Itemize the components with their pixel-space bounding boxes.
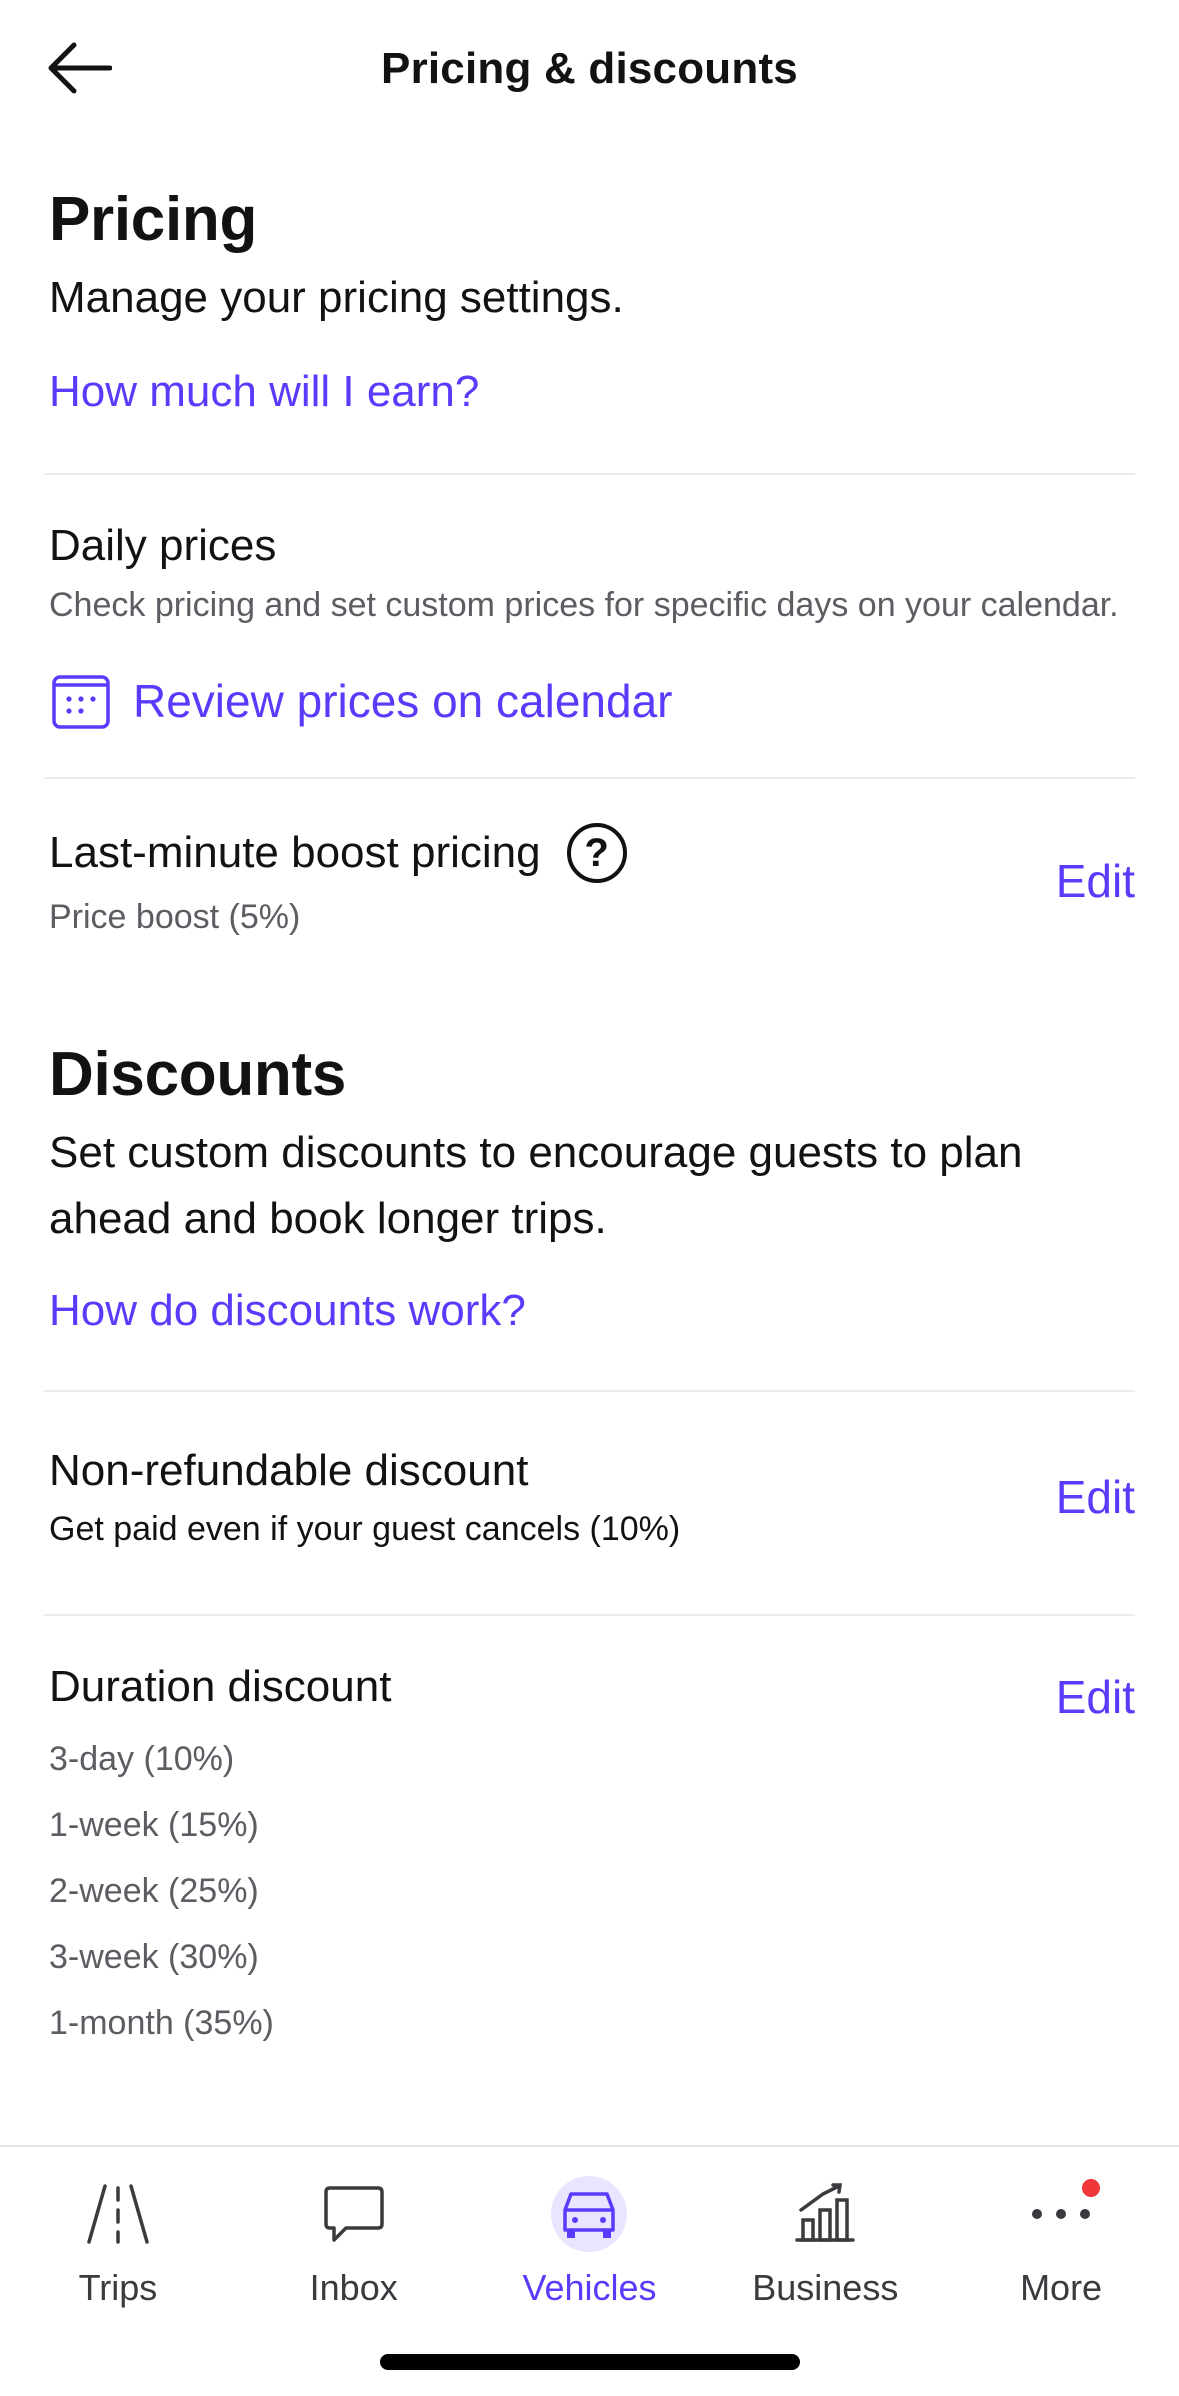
tab-business[interactable]: Business	[707, 2147, 943, 2317]
screen: Pricing & discounts Pricing Manage your …	[0, 0, 1179, 2396]
chart-icon	[780, 2169, 870, 2259]
non-refundable-row: Non-refundable discount Get paid even if…	[0, 1392, 1179, 1614]
duration-item: 3-day (10%)	[49, 1739, 235, 1778]
duration-item: 3-week (30%)	[49, 1937, 259, 1976]
duration-discount-row: Duration discount Edit 3-day (10%) 1-wee…	[0, 1616, 1179, 2056]
help-circle-icon[interactable]: ?	[566, 823, 627, 883]
duration-list: 3-day (10%) 1-week (15%) 2-week (25%) 3-…	[49, 1726, 1130, 2056]
boost-title: Last-minute boost pricing	[49, 828, 541, 877]
tab-vehicles[interactable]: Vehicles	[472, 2147, 708, 2317]
tab-more[interactable]: More	[943, 2147, 1179, 2317]
tab-label: Inbox	[309, 2267, 398, 2308]
pricing-subtitle: Manage your pricing settings.	[49, 273, 624, 322]
review-calendar-link[interactable]: Review prices on calendar	[49, 669, 1130, 733]
tab-label: More	[1020, 2267, 1103, 2308]
chat-icon	[309, 2169, 399, 2259]
pricing-heading: Pricing	[49, 185, 258, 254]
daily-prices-description: Check pricing and set custom prices for …	[49, 586, 1119, 624]
how-much-earn-link[interactable]: How much will I earn?	[49, 367, 1130, 433]
duration-edit-button[interactable]: Edit	[1056, 1670, 1135, 1724]
boost-edit-button[interactable]: Edit	[1056, 854, 1135, 908]
pricing-section: Pricing Manage your pricing settings. Ho…	[0, 140, 1179, 433]
back-button[interactable]	[34, 28, 124, 108]
duration-item: 2-week (25%)	[49, 1871, 259, 1910]
non-refundable-value: Get paid even if your guest cancels (10%…	[49, 1510, 681, 1548]
tab-label: Business	[752, 2267, 899, 2308]
tab-label: Trips	[78, 2267, 158, 2308]
daily-prices-row: Daily prices Check pricing and set custo…	[0, 475, 1179, 733]
how-discounts-work-link[interactable]: How do discounts work?	[49, 1286, 1130, 1352]
boost-value: Price boost (5%)	[49, 898, 301, 936]
tab-trips[interactable]: Trips	[0, 2147, 236, 2317]
discounts-heading: Discounts	[49, 1040, 347, 1109]
discounts-subtitle: Set custom discounts to encourage guests…	[49, 1128, 1023, 1243]
non-refundable-edit-button[interactable]: Edit	[1056, 1470, 1135, 1524]
car-icon	[544, 2169, 634, 2259]
non-refundable-title: Non-refundable discount	[49, 1446, 529, 1495]
boost-title-wrap: Last-minute boost pricing ?	[49, 823, 1130, 883]
boost-pricing-row: Last-minute boost pricing ? Price boost …	[0, 779, 1179, 979]
daily-prices-title: Daily prices	[49, 521, 277, 570]
main-content[interactable]: Pricing Manage your pricing settings. Ho…	[0, 140, 1179, 2145]
more-dots-icon	[1016, 2169, 1106, 2259]
arrow-left-icon	[48, 42, 112, 94]
discounts-section: Discounts Set custom discounts to encour…	[0, 979, 1179, 1352]
review-calendar-label: Review prices on calendar	[133, 675, 673, 727]
road-icon	[73, 2169, 163, 2259]
duration-item: 1-month (35%)	[49, 2003, 274, 2042]
page-title: Pricing & discounts	[381, 44, 798, 93]
home-indicator	[380, 2354, 800, 2370]
bottom-tab-bar: Trips Inbox Vehicles Business More	[0, 2145, 1179, 2396]
calendar-icon	[52, 675, 110, 729]
notification-badge	[1082, 2179, 1101, 2197]
duration-title: Duration discount	[49, 1662, 392, 1711]
top-bar: Pricing & discounts	[0, 0, 1179, 140]
tab-inbox[interactable]: Inbox	[236, 2147, 472, 2317]
duration-item: 1-week (15%)	[49, 1805, 259, 1844]
tab-label: Vehicles	[522, 2267, 657, 2308]
